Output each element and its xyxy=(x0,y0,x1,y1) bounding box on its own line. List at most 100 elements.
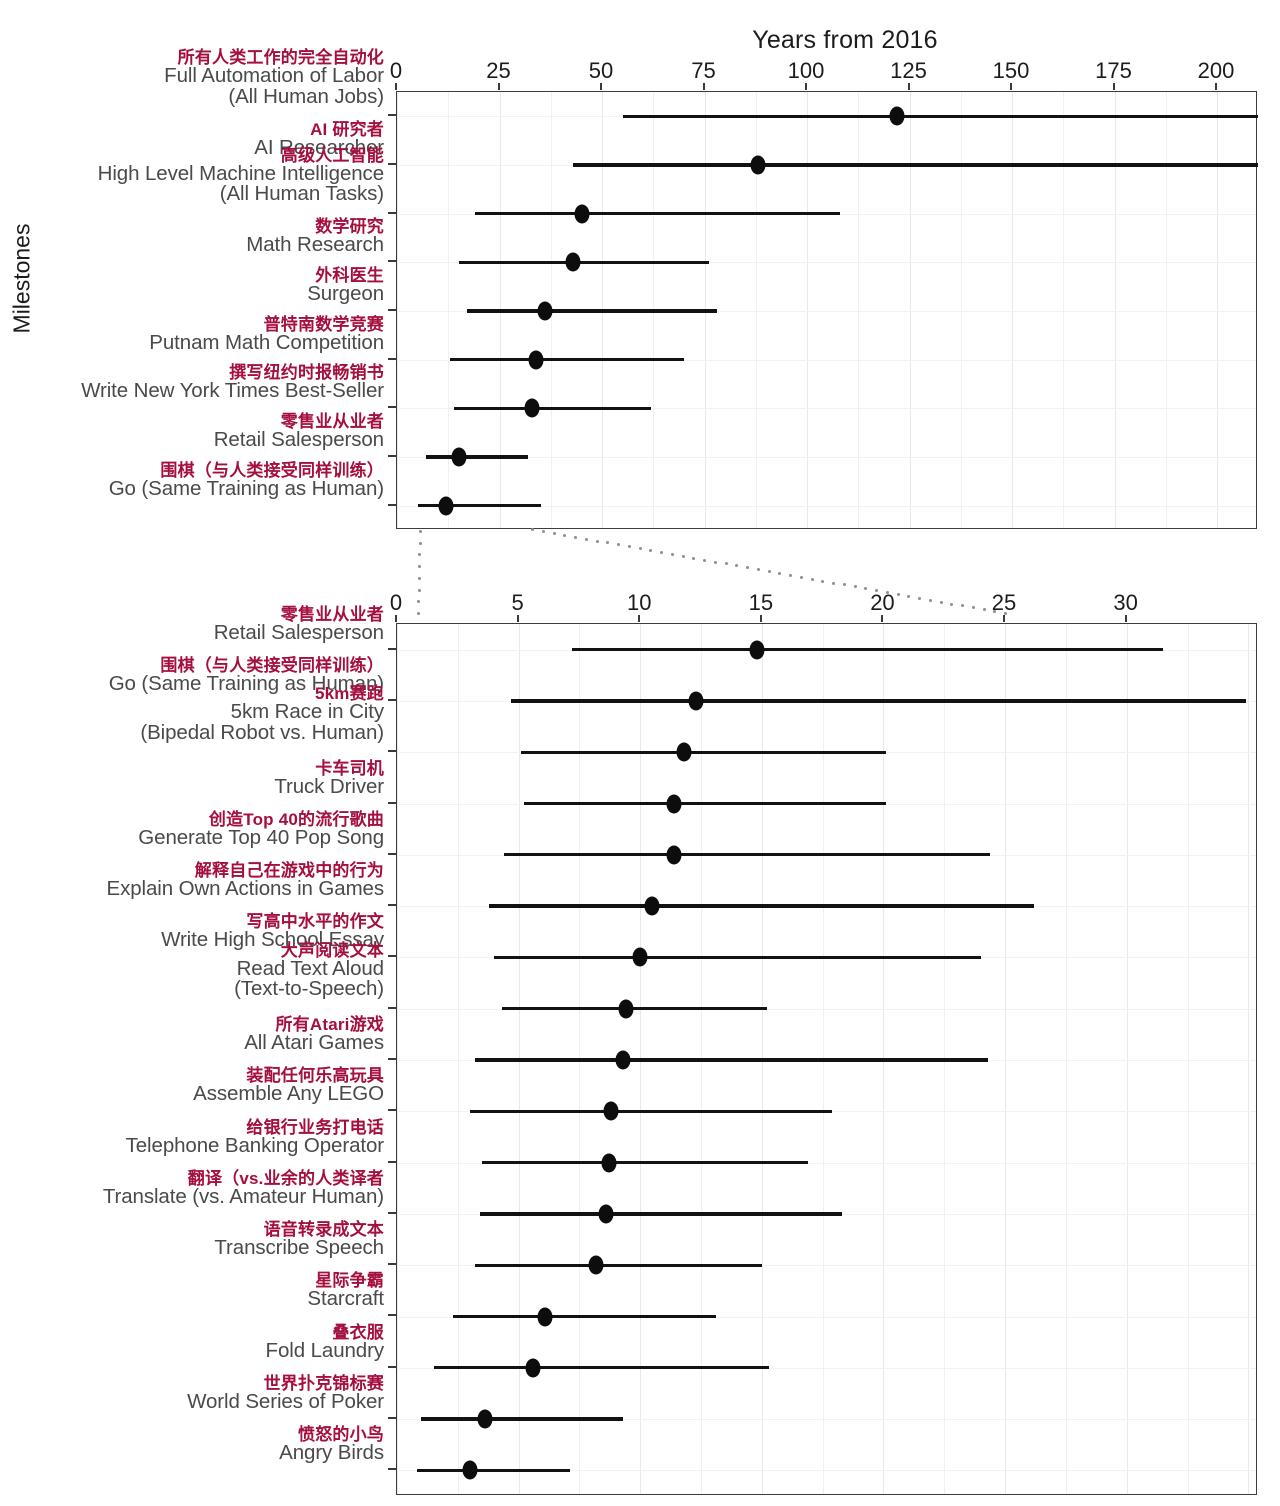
median-point[interactable] xyxy=(451,447,466,467)
median-point[interactable] xyxy=(676,742,692,762)
y-tick-mark xyxy=(388,455,396,457)
x-tick-label: 5 xyxy=(511,590,524,615)
median-point[interactable] xyxy=(438,496,454,516)
zoom-connector-dot-right xyxy=(928,598,932,602)
median-point[interactable] xyxy=(588,1255,604,1275)
median-point[interactable] xyxy=(477,1409,493,1429)
confidence-interval-line xyxy=(501,1007,767,1011)
y-tick-mark xyxy=(388,647,396,650)
zoom-connector-dot-right xyxy=(799,575,803,579)
zoom-connector-dot-right xyxy=(950,602,954,606)
median-point[interactable] xyxy=(537,1307,553,1326)
milestone-label-en: Retail Salesperson xyxy=(213,620,384,644)
confidence-interval-line xyxy=(572,647,1164,652)
x-tick-mark xyxy=(702,83,705,90)
zoom-connector-dot-left xyxy=(418,541,422,545)
confidence-interval-line xyxy=(479,1212,843,1216)
milestone-label-en: Full Automation of Labor xyxy=(164,64,384,88)
x-tick-label: 125 xyxy=(890,58,927,83)
milestone-label-en: Assemble Any LEGO xyxy=(193,1082,384,1106)
x-axis-title: Years from 2016 xyxy=(752,26,938,54)
median-point[interactable] xyxy=(750,155,766,175)
median-point[interactable] xyxy=(598,1204,614,1224)
milestone-label-en: Math Research xyxy=(246,233,384,257)
y-tick-mark xyxy=(388,1365,396,1368)
detail-panel xyxy=(396,623,1257,1495)
zoom-connector-dot-left xyxy=(417,576,421,580)
zoom-connector-dot-left xyxy=(417,612,420,615)
y-tick-mark xyxy=(388,1263,396,1266)
median-point[interactable] xyxy=(688,691,704,711)
zoom-connector-dot-right xyxy=(810,577,814,581)
median-point[interactable] xyxy=(666,845,682,865)
milestone-row-label: 大声阅读文本 Read Text Aloud (Text-to-Speech) xyxy=(0,942,384,1000)
median-point[interactable] xyxy=(525,1358,541,1378)
x-tick-mark xyxy=(395,83,397,90)
median-point[interactable] xyxy=(749,640,765,660)
x-tick-mark xyxy=(600,83,602,90)
zoom-connector-dot-right xyxy=(531,528,534,531)
x-tick-label: 0 xyxy=(389,590,403,615)
zoom-connector-dot-right xyxy=(789,573,792,577)
median-point[interactable] xyxy=(565,252,581,272)
x-tick-mark xyxy=(395,615,397,622)
median-point[interactable] xyxy=(615,1050,631,1070)
y-tick-mark xyxy=(388,1314,396,1317)
milestone-row-label: 外科医生 Surgeon xyxy=(0,267,384,305)
milestone-label-zh: 卡车司机 xyxy=(315,758,384,778)
median-point[interactable] xyxy=(618,999,634,1019)
zoom-connector-dot-right xyxy=(746,566,749,570)
median-point[interactable] xyxy=(601,1153,617,1173)
zoom-connector-dot-right xyxy=(617,543,620,547)
gridline-vertical xyxy=(397,92,398,528)
milestone-row-label: 叠衣服 Fold Laundry xyxy=(0,1324,385,1362)
milestone-label-en-line2: (Text-to-Speech) xyxy=(234,977,384,1001)
gridline-vertical xyxy=(960,92,962,528)
zoom-connector-dot-right xyxy=(1004,612,1007,615)
y-tick-mark xyxy=(388,503,396,506)
y-tick-mark xyxy=(388,852,396,855)
median-point[interactable] xyxy=(574,204,589,224)
milestone-row-label: 愤怒的小鸟 Angry Birds xyxy=(0,1426,384,1464)
median-point[interactable] xyxy=(528,350,544,370)
zoom-connector-dot-right xyxy=(670,552,674,556)
median-point[interactable] xyxy=(462,1460,478,1480)
gridline-vertical xyxy=(1217,92,1218,528)
median-point[interactable] xyxy=(632,947,648,967)
confidence-interval-line xyxy=(474,1263,762,1267)
milestone-row-label: 装配任何乐高玩具 Assemble Any LEGO xyxy=(0,1067,384,1105)
confidence-interval-line xyxy=(521,750,886,754)
y-tick-mark xyxy=(388,955,396,958)
x-tick-mark xyxy=(1010,83,1012,90)
zoom-connector-dot-right xyxy=(552,531,556,535)
zoom-connector-dot-right xyxy=(842,583,846,587)
zoom-connector-dot-right xyxy=(961,604,964,608)
milestone-label-en: Transcribe Speech xyxy=(214,1236,384,1260)
x-tick-label: 20 xyxy=(870,590,895,615)
milestone-row-label: 围棋（与人类接受同样训练） Go (Same Training as Human) xyxy=(0,462,384,500)
confidence-interval-line xyxy=(458,260,709,264)
zoom-connector-dot-left xyxy=(419,530,422,533)
milestone-label-en: Fold Laundry xyxy=(265,1338,385,1362)
x-tick-label: 175 xyxy=(1095,58,1132,83)
x-tick-label: 15 xyxy=(748,590,774,615)
zoom-connector-dot-left xyxy=(418,553,422,557)
median-point[interactable] xyxy=(524,398,540,418)
confidence-interval-line xyxy=(433,1366,770,1370)
x-tick-mark xyxy=(1003,615,1006,622)
median-point[interactable] xyxy=(666,794,682,813)
zoom-connector-dot-right xyxy=(939,600,943,604)
zoom-connector-dot-right xyxy=(541,529,545,533)
x-tick-mark xyxy=(881,615,884,622)
zoom-connector-dot-right xyxy=(885,591,889,594)
zoom-connector-dot-left xyxy=(417,588,421,592)
gridline-vertical xyxy=(1187,624,1189,1494)
confidence-interval-line xyxy=(425,455,529,459)
milestone-label-en: Starcraft xyxy=(307,1287,384,1311)
y-tick-mark xyxy=(388,1058,396,1060)
median-point[interactable] xyxy=(603,1101,619,1121)
median-point[interactable] xyxy=(644,896,660,916)
median-point[interactable] xyxy=(537,301,553,321)
x-tick-label: 10 xyxy=(626,590,652,615)
median-point[interactable] xyxy=(889,106,905,126)
